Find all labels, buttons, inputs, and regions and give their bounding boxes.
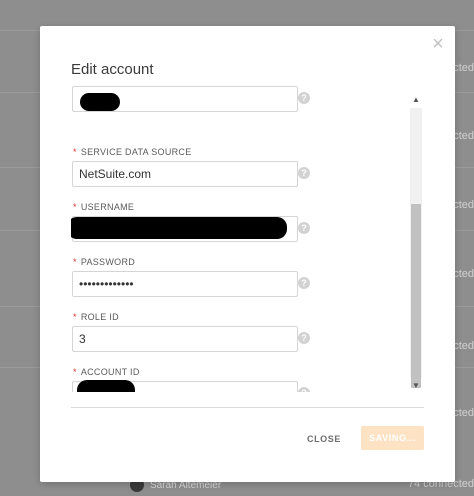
scrollbar-thumb[interactable]: [411, 204, 421, 388]
form-scrollbar[interactable]: ▲ ▼: [410, 94, 422, 394]
close-button[interactable]: CLOSE: [302, 427, 346, 451]
help-icon[interactable]: ?: [298, 92, 310, 104]
field-label: * USERNAME: [73, 202, 135, 212]
help-icon[interactable]: ?: [298, 222, 310, 234]
password-input[interactable]: •••••••••••••: [72, 271, 298, 297]
saving-button: SAVING...: [361, 426, 424, 450]
help-icon[interactable]: ?: [298, 332, 310, 344]
scroll-down-arrow-icon[interactable]: ▼: [410, 380, 422, 392]
edit-account-modal: × Edit account ? * SERVICE DATA SOURCE Ne…: [40, 26, 455, 482]
form-scroll-area[interactable]: ? * SERVICE DATA SOURCE NetSuite.com ? * U…: [71, 86, 424, 392]
scrollbar-track[interactable]: [410, 108, 422, 388]
required-mark: *: [73, 257, 77, 267]
help-icon[interactable]: ?: [298, 167, 310, 179]
role-id-input[interactable]: 3: [72, 326, 298, 352]
redaction-mark: [71, 217, 287, 239]
required-mark: *: [73, 367, 77, 377]
help-icon[interactable]: ?: [298, 277, 310, 289]
redaction-mark: [77, 380, 135, 392]
modal-title: Edit account: [71, 61, 154, 78]
close-icon[interactable]: ×: [429, 34, 447, 54]
field-label: * ACCOUNT ID: [73, 367, 140, 377]
field-label: * PASSWORD: [73, 257, 136, 267]
field-label: * ROLE ID: [73, 312, 119, 322]
required-mark: *: [73, 147, 77, 157]
redaction-mark: [80, 93, 120, 111]
field-label: * SERVICE DATA SOURCE: [73, 147, 192, 157]
service-data-source-input[interactable]: NetSuite.com: [72, 161, 298, 187]
footer-divider: [71, 407, 424, 408]
required-mark: *: [73, 202, 77, 212]
help-icon[interactable]: ?: [298, 387, 310, 392]
required-mark: *: [73, 312, 77, 322]
scroll-up-arrow-icon[interactable]: ▲: [410, 94, 422, 106]
